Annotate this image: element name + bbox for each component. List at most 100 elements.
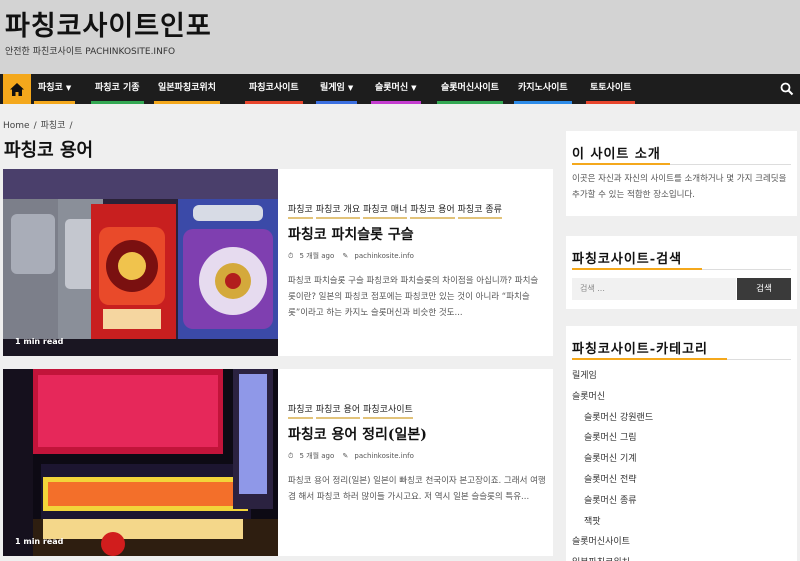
nav-item-label: 릴게임 — [320, 83, 345, 93]
nav-item-underline — [34, 101, 76, 104]
post-categories: 파칭코 파칭코 개요 파칭코 매너 파칭코 용어 파칭코 종류 — [288, 202, 505, 219]
search-widget: 파칭코사이트-검색 검색 ... 검색 — [566, 236, 797, 309]
nav-item-underline — [316, 101, 358, 104]
breadcrumb-separator: / — [33, 121, 37, 131]
home-button[interactable] — [3, 74, 31, 104]
about-text: 이곳은 자신과 자신의 사이트를 소개하거나 몇 가지 크레딧을 추가할 수 있… — [572, 174, 787, 200]
nav-item[interactable]: 파칭코 기종 — [91, 74, 144, 104]
post-body: 파칭코 파칭코 용어 파칭코사이트 파칭코 용어 정리(일본) ⏱ 5 개월 ago … — [288, 369, 546, 556]
nav-item-underline — [371, 101, 421, 104]
author-icon: ✎ — [342, 252, 349, 260]
nav-item[interactable]: 파칭코사이트 — [245, 74, 303, 104]
site-description: 안전한 파친코사이트 PACHINKOSITE.INFO — [5, 47, 176, 57]
widget-title: 파칭코사이트-카테고리 — [572, 342, 708, 357]
breadcrumb-home[interactable]: Home — [3, 121, 30, 131]
post-date: 5 개월 ago — [299, 252, 335, 260]
nav-item-label: 토토사이트 — [590, 83, 632, 93]
category-tag[interactable]: 파칭코 — [288, 202, 313, 219]
breadcrumb-current[interactable]: 파칭코 — [41, 121, 66, 131]
chevron-down-icon: ▼ — [347, 84, 354, 92]
pachinko-storefront-image — [3, 369, 278, 556]
breadcrumb-separator: / — [69, 121, 73, 131]
post-title[interactable]: 파칭코 용어 정리(일본) — [288, 424, 427, 444]
subcategory-link[interactable]: 슬롯머신 전략 — [572, 470, 792, 491]
category-tag[interactable]: 파칭코 종류 — [457, 202, 502, 219]
nav-item-label: 파칭코사이트 — [249, 83, 299, 93]
nav-item[interactable]: 파칭코 ▼ — [34, 74, 76, 104]
post-excerpt: 파칭코 파치슬롯 구슬 파칭코와 파치슬롯의 차이점을 아십니까? 파치슬롯이란… — [288, 276, 539, 318]
post-excerpt: 파칭코 용어 정리(일본) 일본이 빠칭코 천국이자 본고장이죠. 그래서 여행… — [288, 476, 546, 502]
site-title[interactable]: 파칭코사이트인포 — [5, 4, 212, 43]
post-author[interactable]: pachinkosite.info — [354, 252, 413, 260]
chevron-down-icon: ▼ — [411, 84, 417, 92]
post-body: 파칭코 파칭코 개요 파칭코 매너 파칭코 용어 파칭코 종류 파칭코 파치슬롯 구슬 … — [288, 169, 545, 356]
nav-item-underline — [91, 101, 144, 104]
nav-item-label: 슬롯머신 — [375, 83, 409, 93]
about-widget: 이 사이트 소개 이곳은 자신과 자신의 사이트를 소개하거나 몇 가지 크레딧… — [566, 131, 797, 216]
nav-item-label: 파칭코 — [38, 83, 63, 93]
category-tag[interactable]: 파칭코 매너 — [363, 202, 408, 219]
nav-item-underline — [245, 101, 303, 104]
category-tag[interactable]: 파칭코 용어 — [315, 402, 361, 419]
post-author[interactable]: pachinkosite.info — [354, 452, 413, 460]
post-categories: 파칭코 파칭코 용어 파칭코사이트 — [288, 402, 416, 419]
nav-item[interactable]: 슬롯머신 ▼ — [371, 74, 421, 104]
clock-icon: ⏱ — [288, 252, 294, 260]
nav-item-label: 슬롯머신사이트 — [441, 83, 499, 93]
category-link[interactable]: 릴게임 — [572, 366, 792, 387]
widget-divider — [572, 268, 791, 270]
post-title[interactable]: 파칭코 파치슬롯 구슬 — [288, 224, 414, 244]
widget-divider — [572, 163, 791, 165]
pachinko-machines-image — [3, 169, 278, 356]
category-list: 릴게임 슬롯머신 슬롯머신 강원랜드 슬롯머신 그림 슬롯머신 기계 슬롯머신 전략 슬롯머… — [572, 366, 792, 561]
categories-widget: 파칭코사이트-카테고리 릴게임 슬롯머신 슬롯머신 강원랜드 슬롯머신 그림 슬롯머신 … — [566, 326, 797, 561]
nav-item[interactable]: 릴게임 ▼ — [316, 74, 358, 104]
read-time-badge: 1 min read — [15, 337, 64, 346]
post-card: 1 min read 파칭코 파칭코 개요 파칭코 매너 파칭코 용어 파칭코 종류 파… — [3, 169, 553, 356]
category-link[interactable]: 슬롯머신 — [572, 387, 792, 408]
main-nav: 파칭코 ▼ 파칭코 기종 일본파칭코위치 파칭코사이트 릴게임 ▼ 슬롯머신 ▼ 슬롯머신사이트 카… — [0, 74, 800, 104]
post-meta: ⏱ 5 개월 ago ✎ pachinkosite.info — [288, 251, 420, 261]
post-card: 1 min read 파칭코 파칭코 용어 파칭코사이트 파칭코 용어 정리(일본)… — [3, 369, 553, 556]
archive-title: 파칭코 용어 — [4, 140, 94, 161]
subcategory-link[interactable]: 잭팟 — [572, 512, 792, 533]
search-button[interactable]: 검색 — [737, 278, 791, 300]
subcategory-link[interactable]: 슬롯머신 그림 — [572, 428, 792, 449]
clock-icon: ⏱ — [288, 452, 294, 460]
nav-item-underline — [586, 101, 636, 104]
category-tag[interactable]: 파칭코 — [288, 402, 313, 419]
nav-item[interactable]: 슬롯머신사이트 — [437, 74, 503, 104]
nav-item[interactable]: 토토사이트 — [586, 74, 636, 104]
subcategory-link[interactable]: 슬롯머신 기계 — [572, 449, 792, 470]
post-date: 5 개월 ago — [299, 452, 335, 460]
search-icon[interactable] — [780, 82, 794, 96]
widget-title: 이 사이트 소개 — [572, 147, 661, 162]
search-input[interactable]: 검색 ... — [572, 278, 736, 300]
subcategory-link[interactable]: 슬롯머신 강원랜드 — [572, 408, 792, 429]
category-tag[interactable]: 파칭코사이트 — [363, 402, 413, 419]
post-thumbnail[interactable]: 1 min read — [3, 169, 278, 356]
read-time-badge: 1 min read — [15, 537, 64, 546]
category-link[interactable]: 슬롯머신사이트 — [572, 532, 792, 553]
breadcrumb: Home / 파칭코 / — [3, 118, 77, 131]
widget-divider — [572, 358, 791, 360]
nav-item[interactable]: 일본파칭코위치 — [154, 74, 220, 104]
widget-title: 파칭코사이트-검색 — [572, 252, 683, 267]
nav-item[interactable]: 카지노사이트 — [514, 74, 572, 104]
category-tag[interactable]: 파칭코 용어 — [410, 202, 455, 219]
category-tag[interactable]: 파칭코 개요 — [315, 202, 361, 219]
chevron-down-icon: ▼ — [65, 84, 72, 92]
subcategory-link[interactable]: 슬롯머신 종류 — [572, 491, 792, 512]
nav-item-underline — [437, 101, 503, 104]
post-thumbnail[interactable]: 1 min read — [3, 369, 278, 556]
nav-item-label: 파칭코 기종 — [95, 83, 140, 93]
nav-item-underline — [514, 101, 572, 104]
nav-item-underline — [154, 101, 220, 104]
nav-item-label: 카지노사이트 — [518, 83, 568, 93]
category-link[interactable]: 일본파칭코위치 — [572, 553, 792, 561]
site-header: 파칭코사이트인포 안전한 파친코사이트 PACHINKOSITE.INFO — [0, 0, 800, 74]
post-meta: ⏱ 5 개월 ago ✎ pachinkosite.info — [288, 451, 420, 461]
author-icon: ✎ — [342, 452, 349, 460]
home-icon — [10, 82, 24, 96]
nav-item-label: 일본파칭코위치 — [158, 83, 216, 93]
